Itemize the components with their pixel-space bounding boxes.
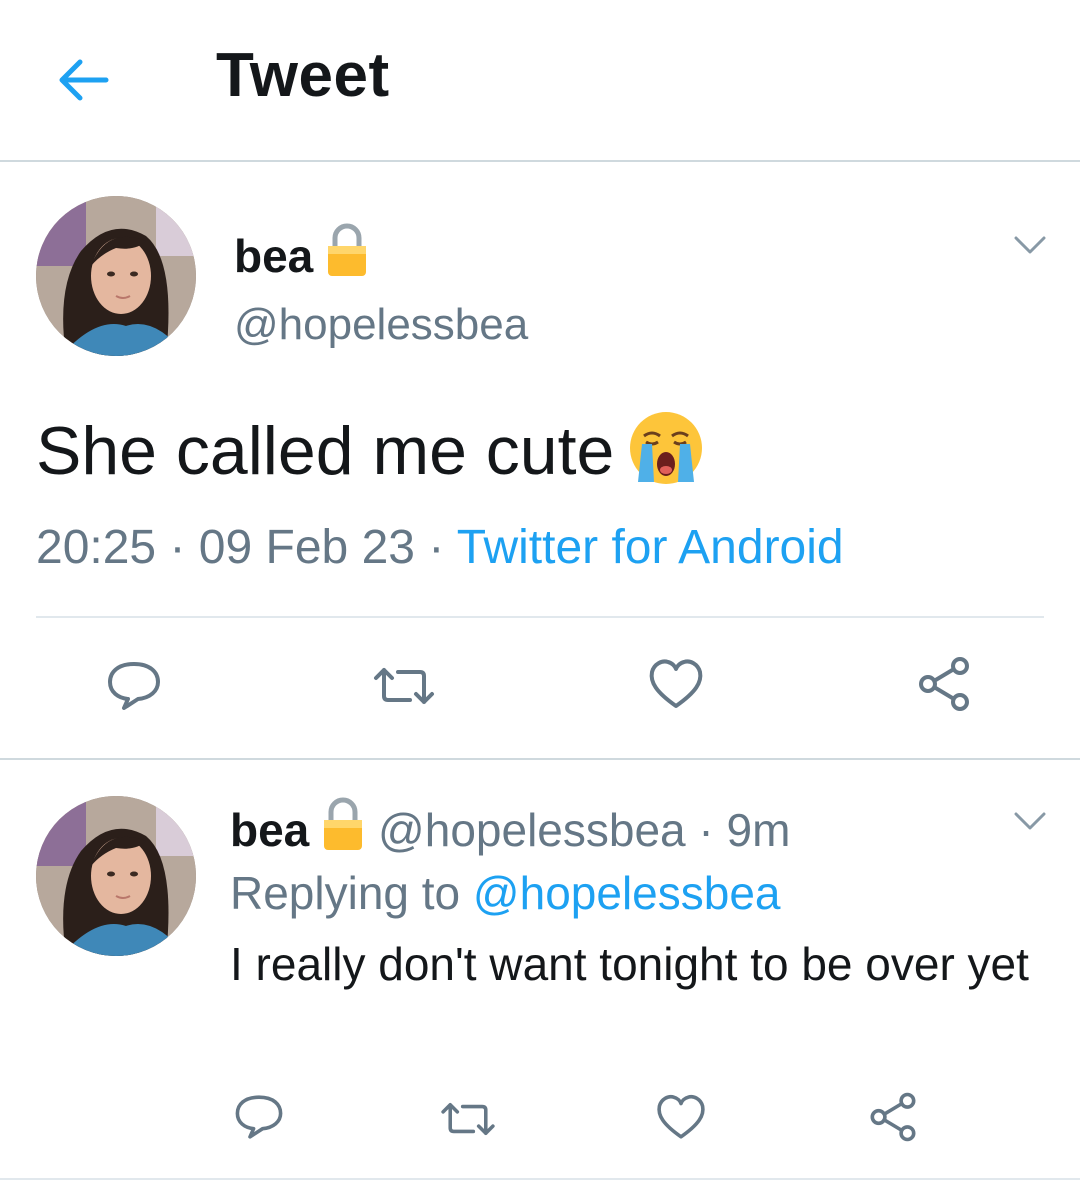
main-tweet: bea @hopelessbea She called me cute 20:2… — [0, 164, 1080, 758]
divider — [0, 1178, 1080, 1180]
display-name[interactable]: bea — [230, 804, 309, 856]
retweet-button[interactable] — [368, 656, 440, 716]
retweet-icon — [374, 668, 434, 704]
replying-to-label: Replying to — [230, 867, 461, 919]
tweet-date: 09 Feb 23 — [198, 521, 415, 574]
like-button[interactable] — [646, 654, 706, 714]
tweet-source-link[interactable]: Twitter for Android — [457, 521, 844, 574]
back-button[interactable] — [52, 48, 116, 112]
tweet-metadata: 20:25 · 09 Feb 23 · Twitter for Android — [36, 520, 844, 575]
retweet-button[interactable] — [436, 1092, 500, 1146]
tweet-time: 20:25 — [36, 521, 157, 574]
replying-to-line: Replying to @hopelessbea — [230, 866, 781, 920]
chevron-down-icon — [1014, 812, 1046, 830]
reply-button[interactable] — [104, 656, 164, 716]
arrow-left-icon — [59, 59, 109, 101]
user-handle[interactable]: @hopelessbea — [234, 300, 528, 350]
lock-icon — [325, 222, 369, 289]
like-icon — [649, 659, 703, 708]
avatar[interactable] — [36, 796, 196, 956]
separator: · — [428, 521, 445, 574]
page-title: Tweet — [216, 41, 390, 110]
tweet-text: She called me cute — [36, 408, 706, 504]
avatar-image — [36, 796, 196, 956]
mention-link[interactable]: @hopelessbea — [473, 867, 781, 919]
reply-header: bea @hopelessbea · 9m — [230, 796, 790, 863]
user-handle[interactable]: @hopelessbea — [378, 804, 686, 856]
share-button[interactable] — [914, 654, 974, 714]
like-icon — [657, 1094, 705, 1139]
divider — [36, 616, 1044, 618]
crying-face-icon — [626, 408, 706, 504]
tweet-text: I really don't want tonight to be over y… — [230, 938, 1029, 990]
display-name[interactable]: bea — [234, 222, 369, 289]
retweet-icon — [441, 1102, 495, 1135]
more-options-button[interactable] — [1010, 224, 1050, 264]
avatar-image — [36, 196, 196, 356]
reply-icon — [235, 1095, 283, 1139]
tweet-age: 9m — [726, 804, 791, 856]
avatar[interactable] — [36, 196, 196, 356]
lock-icon — [321, 796, 365, 863]
reply-button[interactable] — [232, 1090, 286, 1144]
share-icon — [870, 1092, 916, 1142]
like-button[interactable] — [654, 1090, 708, 1144]
reply-tweet[interactable]: bea @hopelessbea · 9m Replying to @hopel… — [0, 760, 1080, 1180]
share-button[interactable] — [866, 1090, 920, 1144]
top-bar: Tweet — [0, 0, 1080, 162]
share-icon — [919, 657, 969, 711]
separator: · — [169, 521, 186, 574]
reply-icon — [108, 662, 160, 710]
more-options-button[interactable] — [1010, 800, 1050, 840]
separator: · — [698, 804, 714, 856]
chevron-down-icon — [1014, 236, 1046, 254]
